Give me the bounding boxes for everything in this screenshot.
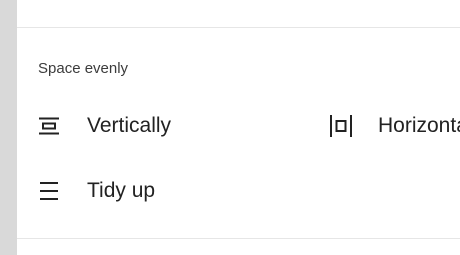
vertically-label: Vertically [87, 114, 172, 137]
tidy-up-button[interactable]: Tidy up [38, 179, 155, 203]
space-evenly-vertically-button[interactable]: Vertically [38, 114, 171, 138]
horizontally-label: Horizontally [378, 114, 460, 137]
section-heading-space-evenly: Space evenly [38, 60, 129, 77]
distribute-horizontal-icon [329, 114, 353, 138]
divider [17, 27, 460, 28]
distribute-vertical-icon [38, 117, 60, 135]
arrange-panel: Space evenly Vertically Horizontally [17, 0, 460, 255]
tidy-up-label: Tidy up [87, 179, 156, 202]
divider [17, 238, 460, 239]
tidy-up-icon [38, 181, 60, 201]
space-evenly-horizontally-button[interactable]: Horizontally [329, 114, 460, 138]
